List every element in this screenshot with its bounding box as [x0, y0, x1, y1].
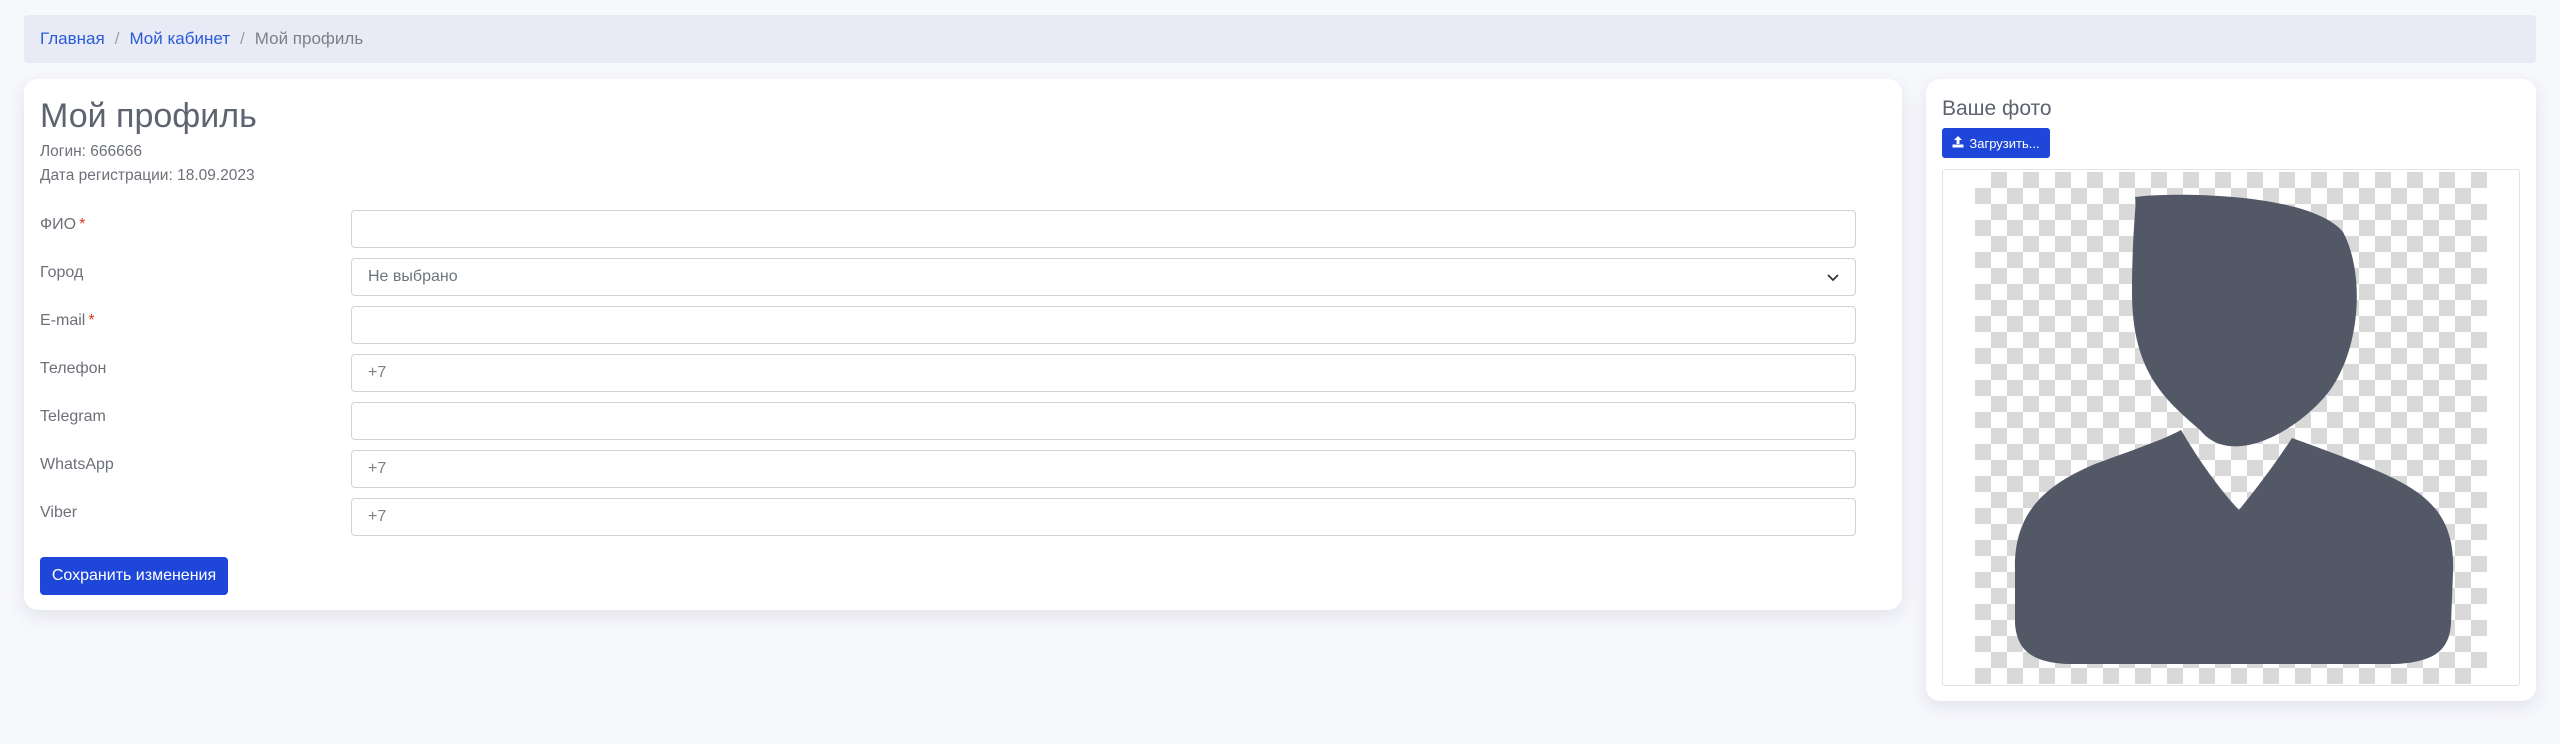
form-row-whatsapp: WhatsApp — [40, 450, 1870, 490]
page-title: Мой профиль — [40, 97, 257, 135]
user-silhouette-icon — [2014, 194, 2454, 664]
upload-label: Загрузить... — [1969, 135, 2040, 151]
form-row-telegram: Telegram — [40, 402, 1870, 442]
login-info: Логин: 666666 — [40, 143, 142, 160]
form-row-email: E-mail * — [40, 306, 1870, 346]
chevron-down-icon — [1827, 269, 1839, 285]
required-mark: * — [79, 216, 86, 233]
phone-input[interactable] — [351, 354, 1856, 392]
city-select-value: Не выбрано — [368, 268, 458, 285]
breadcrumb: Главная / Мой кабинет / Мой профиль — [24, 15, 2536, 63]
save-button[interactable]: Сохранить изменения — [40, 557, 228, 595]
viber-label: Viber — [40, 504, 78, 521]
form-row-fio: ФИО * — [40, 210, 1870, 250]
breadcrumb-cabinet-link[interactable]: Мой кабинет — [129, 29, 230, 49]
form-row-city: Город Не выбрано — [40, 258, 1870, 298]
whatsapp-input[interactable] — [351, 450, 1856, 488]
email-input[interactable] — [351, 306, 1856, 344]
viber-input[interactable] — [351, 498, 1856, 536]
avatar — [1975, 172, 2487, 684]
telegram-input[interactable] — [351, 402, 1856, 440]
fio-label: ФИО * — [40, 216, 86, 233]
breadcrumb-separator: / — [240, 29, 245, 48]
photo-card: Ваше фото Загрузить... — [1926, 79, 2536, 701]
photo-frame — [1942, 169, 2520, 686]
photo-title: Ваше фото — [1942, 97, 2052, 120]
breadcrumb-separator: / — [114, 29, 120, 48]
city-select[interactable]: Не выбрано — [351, 258, 1856, 296]
breadcrumb-home-link[interactable]: Главная — [40, 29, 105, 49]
telegram-label: Telegram — [40, 408, 106, 425]
registration-date: Дата регистрации: 18.09.2023 — [40, 167, 255, 184]
upload-icon — [1952, 135, 1964, 151]
profile-card: Мой профиль Логин: 666666 Дата регистрац… — [24, 79, 1902, 610]
fio-input[interactable] — [351, 210, 1856, 248]
form-row-viber: Viber — [40, 498, 1870, 538]
phone-label: Телефон — [40, 360, 107, 377]
breadcrumb-current: Мой профиль — [254, 29, 364, 48]
city-label: Город — [40, 264, 84, 281]
form-row-phone: Телефон — [40, 354, 1870, 394]
whatsapp-label: WhatsApp — [40, 456, 114, 473]
email-label: E-mail * — [40, 312, 95, 329]
required-mark: * — [88, 312, 95, 329]
upload-button[interactable]: Загрузить... — [1942, 128, 2050, 158]
